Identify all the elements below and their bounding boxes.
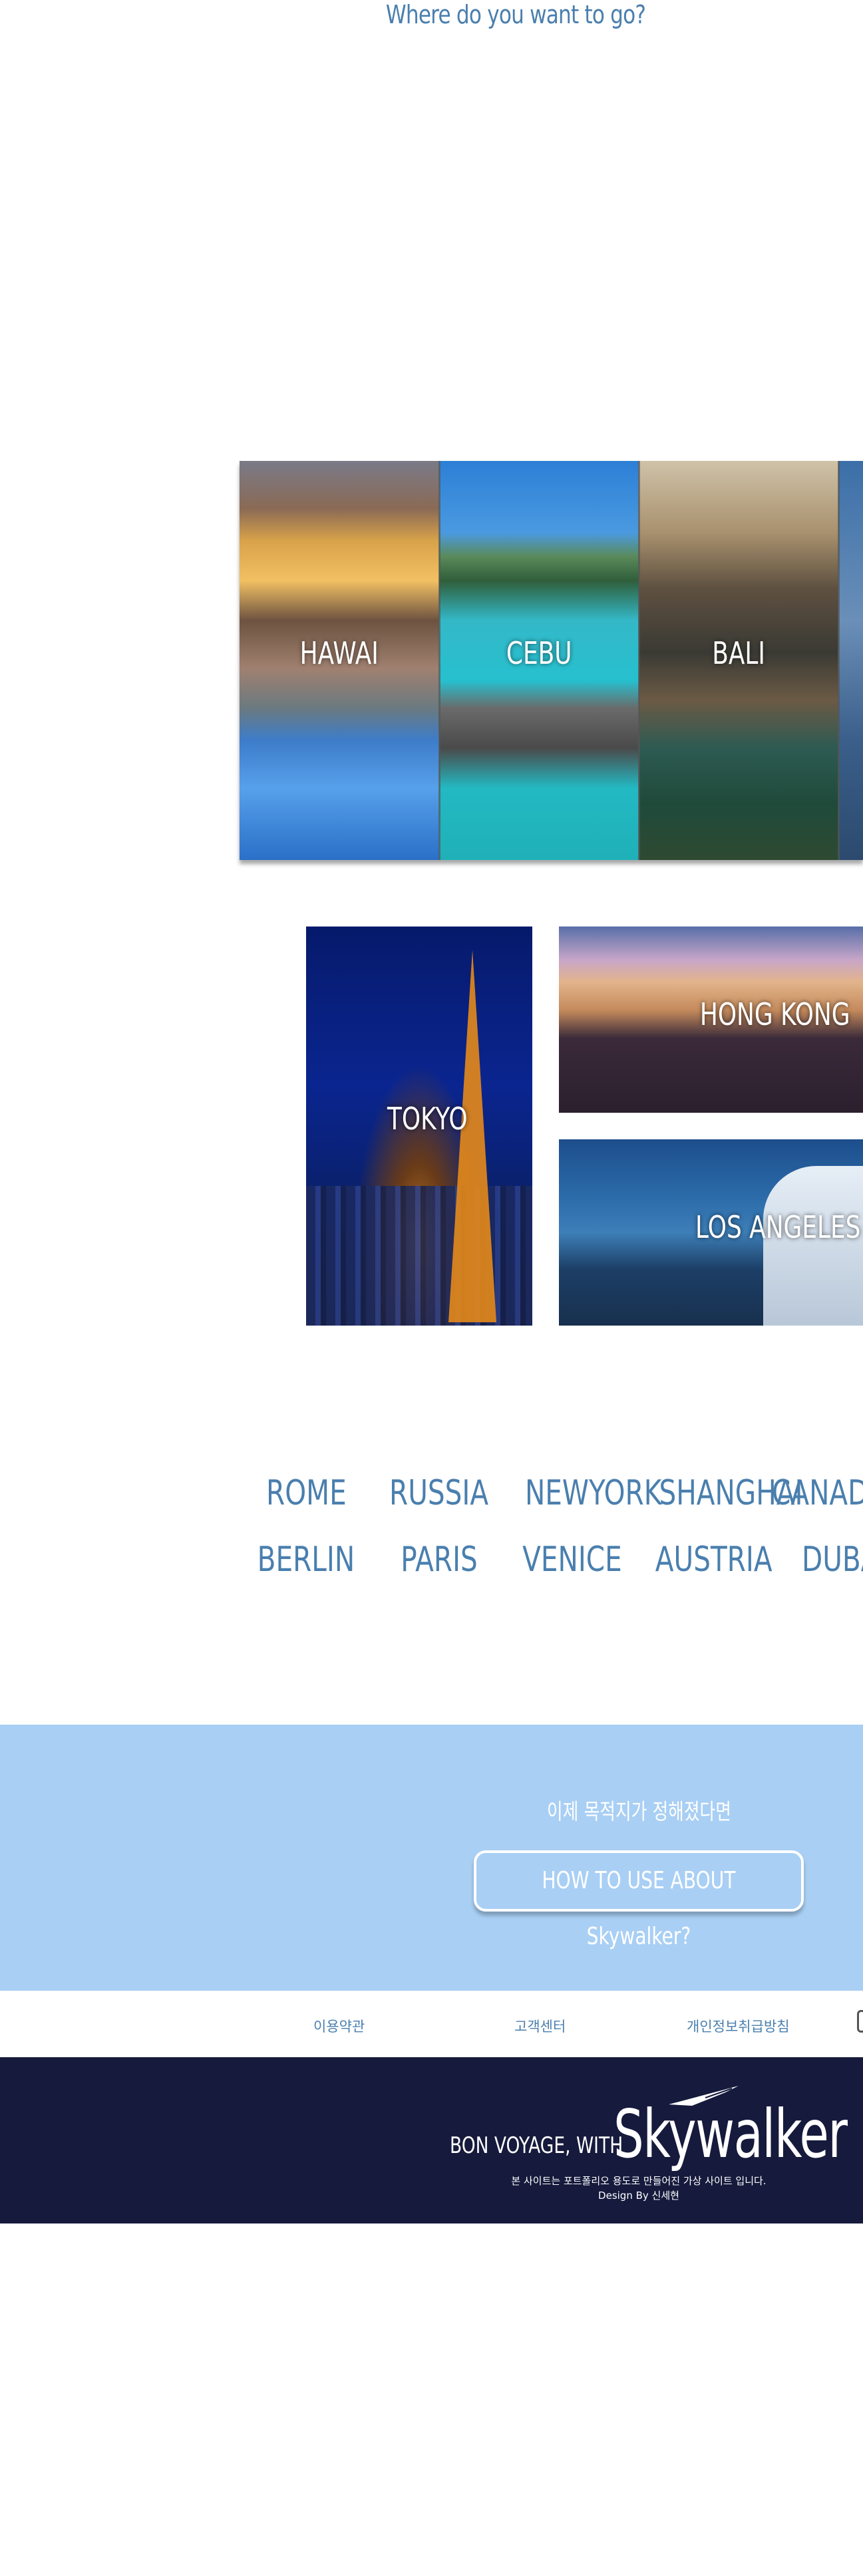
city-link-berlin[interactable]: BERLIN: [240, 1540, 373, 1580]
privacy-link[interactable]: 개인정보취급방침: [687, 2016, 790, 2036]
city-link-russia[interactable]: RUSSIA: [373, 1473, 506, 1513]
destination-strip: HAWAI CEBU BALI: [240, 461, 863, 860]
terms-link[interactable]: 이용약관: [313, 2016, 365, 2036]
destination-card-bali[interactable]: BALI: [639, 461, 838, 860]
brand-logo: Skywalker: [613, 2095, 848, 2173]
divider: [838, 461, 840, 860]
feature-tile-losangeles[interactable]: LOS ANGELES: [559, 1139, 863, 1326]
feature-label: TOKYO: [387, 1101, 468, 1137]
feature-tile-tokyo[interactable]: TOKYO: [306, 927, 532, 1326]
page-title: Where do you want to go?: [385, 0, 646, 29]
city-lights: [306, 1186, 532, 1326]
cta-text: 이제 목적지가 정해졌다면: [546, 1798, 731, 1824]
how-to-use-button[interactable]: HOW TO USE ABOUT Skywalker?: [474, 1850, 804, 1950]
footer-note: 본 사이트는 포트폴리오 용도로 만들어진 가상 사이트 입니다.: [511, 2175, 767, 2187]
city-link-newyork[interactable]: NEWYORK: [506, 1473, 661, 1513]
footer-design-credit: Design By 신세현: [598, 2190, 679, 2202]
city-link-austria[interactable]: AUSTRIA: [639, 1540, 773, 1580]
feature-label: LOS ANGELES: [695, 1209, 861, 1245]
city-link-paris[interactable]: PARIS: [373, 1540, 506, 1580]
destination-label: CEBU: [506, 635, 572, 671]
destination-card-hawai[interactable]: HAWAI: [240, 461, 439, 860]
destination-card-next[interactable]: [838, 461, 863, 860]
destination-label: BALI: [712, 635, 765, 671]
city-link-canada[interactable]: CANAD: [772, 1473, 863, 1513]
city-link-venice[interactable]: VENICE: [506, 1540, 639, 1580]
destination-label: HAWAI: [299, 635, 379, 671]
feature-label: HONG KONG: [699, 996, 850, 1032]
divider: [638, 461, 640, 860]
destination-card-cebu[interactable]: CEBU: [439, 461, 639, 860]
city-link-shanghai[interactable]: SHANGHAI: [639, 1473, 802, 1513]
divider: [438, 461, 440, 860]
feature-tile-hongkong[interactable]: HONG KONG: [559, 927, 863, 1113]
city-link-dubai[interactable]: DUBA: [802, 1540, 863, 1580]
phone-icon[interactable]: [857, 2010, 863, 2033]
city-link-rome[interactable]: ROME: [240, 1473, 373, 1513]
building-image: [763, 1166, 863, 1326]
support-link[interactable]: 고객센터: [514, 2016, 566, 2036]
